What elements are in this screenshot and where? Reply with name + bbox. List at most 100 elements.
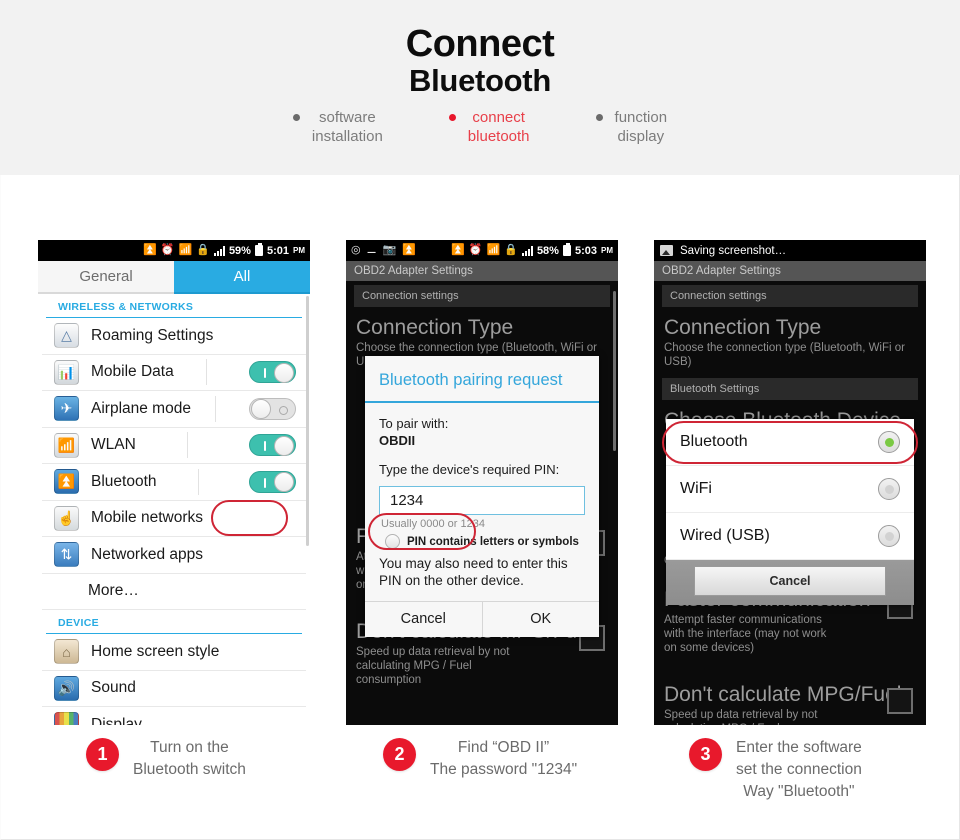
- dialog-footer: Cancel: [666, 560, 914, 605]
- section-label-connection-settings: Connection settings: [662, 285, 918, 307]
- radio-button-icon[interactable]: [878, 478, 900, 500]
- tab-all[interactable]: All: [174, 261, 310, 294]
- cancel-button[interactable]: Cancel: [365, 602, 482, 637]
- pref-heading-connection-type[interactable]: Connection Type: [346, 307, 618, 341]
- settings-list[interactable]: WIRELESS & NETWORKS △ Roaming Settings 📊…: [38, 294, 310, 725]
- status-bar: Saving screenshot…: [654, 240, 926, 261]
- status-bar: ◎ ⚊ 📷 ⏫ ⏫ ⏰ 📶 🔒 58% 5:03 PM: [346, 240, 618, 261]
- caption-text: Turn on the Bluetooth switch: [133, 739, 246, 778]
- settings-row-label: Display: [91, 715, 142, 725]
- divider: [187, 432, 189, 459]
- settings-row-more[interactable]: More…: [42, 574, 306, 610]
- caption-text: Find “OBD II” The password "1234": [430, 739, 578, 778]
- phone-screenshot-3: Saving screenshot… OBD2 Adapter Settings…: [654, 240, 926, 725]
- settings-row-bluetooth[interactable]: ⏫ Bluetooth: [42, 464, 306, 501]
- clock-time: 5:01: [266, 244, 289, 257]
- home-screen-icon: ⌂: [54, 639, 79, 665]
- settings-row-label: Airplane mode: [91, 399, 191, 417]
- settings-row-label: Mobile Data: [91, 363, 174, 381]
- settings-row-airplane-mode[interactable]: ✈ Airplane mode: [42, 391, 306, 428]
- pin-symbols-checkbox-row[interactable]: PIN contains letters or symbols: [379, 533, 585, 553]
- bluetooth-icon: ⏫: [402, 244, 416, 256]
- pin-input[interactable]: 1234: [379, 486, 585, 515]
- bluetooth-icon: ⏫: [143, 244, 157, 256]
- settings-row-mobile-networks[interactable]: ☝ Mobile networks: [42, 501, 306, 537]
- checkbox-label: PIN contains letters or symbols: [407, 535, 579, 548]
- settings-row-roaming[interactable]: △ Roaming Settings: [42, 318, 306, 355]
- usb-debug-icon: ⚊: [366, 244, 377, 256]
- settings-row-sound[interactable]: 🔊 Sound: [42, 671, 306, 707]
- step-nav-label: connect bluetooth: [467, 109, 530, 145]
- wlan-toggle[interactable]: [248, 434, 296, 457]
- status-bar: ⏫ ⏰ 📶 🔒 59% 5:01 PM: [38, 240, 310, 261]
- caption-step-1: 1 Turn on the Bluetooth switch: [86, 735, 246, 781]
- pref-checkbox[interactable]: [887, 688, 913, 714]
- option-wifi[interactable]: WiFi: [666, 466, 914, 513]
- clock-time: 5:03: [574, 244, 597, 257]
- settings-row-display[interactable]: Display: [42, 707, 306, 725]
- settings-row-label: Roaming Settings: [91, 326, 214, 344]
- mobile-data-icon: 📊: [54, 359, 79, 385]
- tab-general[interactable]: General: [38, 261, 174, 294]
- radio-button-icon[interactable]: [878, 431, 900, 453]
- battery-percent: 59%: [228, 244, 251, 257]
- bluetooth-icon: ⏫: [451, 244, 465, 256]
- step-nav-label: software installation: [311, 109, 383, 145]
- step-nav-item-software-installation[interactable]: software installation: [292, 108, 383, 146]
- phone-screenshot-1: ⏫ ⏰ 📶 🔒 59% 5:01 PM General All WIRELESS…: [38, 240, 310, 725]
- cancel-button[interactable]: Cancel: [694, 566, 886, 596]
- battery-percent: 58%: [536, 244, 559, 257]
- bluetooth-icon: ⏫: [54, 469, 79, 495]
- option-bluetooth[interactable]: Bluetooth: [666, 419, 914, 466]
- settings-row-wlan[interactable]: 📶 WLAN: [42, 428, 306, 464]
- option-label: Wired (USB): [680, 527, 770, 544]
- sound-icon: 🔊: [54, 675, 79, 701]
- scrollbar[interactable]: [613, 291, 616, 451]
- settings-tabs: General All: [38, 261, 310, 294]
- step-captions: 1 Turn on the Bluetooth switch 2 Find “O…: [1, 735, 960, 835]
- dialog-buttons: Cancel OK: [365, 601, 599, 637]
- notification-text: Saving screenshot…: [680, 244, 787, 257]
- section-header-wireless: WIRELESS & NETWORKS: [46, 294, 302, 318]
- pref-dont-calculate-mpg[interactable]: Don't calculate MPG/Fuel Speed up data r…: [654, 670, 926, 725]
- clock-ampm: PM: [601, 246, 613, 255]
- pref-heading-connection-type[interactable]: Connection Type: [654, 307, 926, 341]
- gps-icon: ◎: [351, 244, 361, 256]
- infographic-page: Connect Bluetooth software installation …: [0, 0, 960, 840]
- dialog-body: To pair with: OBDII Type the device's re…: [365, 403, 599, 593]
- bullet-dot-icon: [292, 114, 300, 121]
- settings-row-label: Mobile networks: [91, 509, 203, 527]
- page-title: Connect: [405, 23, 555, 65]
- settings-row-mobile-data[interactable]: 📊 Mobile Data: [42, 355, 306, 391]
- step-nav-item-connect-bluetooth[interactable]: connect bluetooth: [448, 108, 530, 146]
- settings-row-networked-apps[interactable]: ⇅ Networked apps: [42, 537, 306, 574]
- settings-row-home-screen-style[interactable]: ⌂ Home screen style: [42, 634, 306, 671]
- screenshot-icon: [660, 245, 673, 256]
- wlan-icon: 📶: [54, 432, 79, 458]
- ok-button[interactable]: OK: [481, 602, 599, 637]
- battery-icon: [562, 243, 571, 256]
- mobile-data-toggle[interactable]: [249, 361, 296, 384]
- dialog-title: Bluetooth pairing request: [365, 356, 599, 403]
- obd-settings-screen: OBD2 Adapter Settings Connection setting…: [654, 261, 926, 725]
- screenshots-row: ⏫ ⏰ 📶 🔒 59% 5:01 PM General All WIRELESS…: [1, 240, 960, 725]
- bluetooth-pairing-dialog: Bluetooth pairing request To pair with: …: [365, 356, 599, 637]
- scrollbar[interactable]: [306, 296, 309, 546]
- pref-summary-connection-type: Choose the connection type (Bluetooth, W…: [664, 342, 905, 368]
- divider: [214, 395, 216, 422]
- step-number-badge: 3: [689, 738, 722, 771]
- checkbox-icon[interactable]: [385, 534, 400, 549]
- step-nav-item-function-display[interactable]: function display: [595, 108, 667, 146]
- alarm-icon: ⏰: [468, 244, 483, 256]
- battery-icon: [254, 243, 263, 256]
- app-title-bar: OBD2 Adapter Settings: [346, 261, 618, 281]
- settings-row-label: Networked apps: [91, 545, 204, 563]
- caption-text: Enter the software set the connection Wa…: [736, 739, 862, 800]
- airplane-mode-toggle[interactable]: [248, 397, 296, 420]
- app-title-bar: OBD2 Adapter Settings: [654, 261, 926, 281]
- radio-button-icon[interactable]: [878, 525, 900, 547]
- bluetooth-toggle[interactable]: [249, 470, 296, 493]
- device-name: OBDII: [379, 433, 416, 448]
- option-wired-usb[interactable]: Wired (USB): [666, 513, 914, 560]
- page-header: Connect Bluetooth software installation …: [0, 0, 960, 175]
